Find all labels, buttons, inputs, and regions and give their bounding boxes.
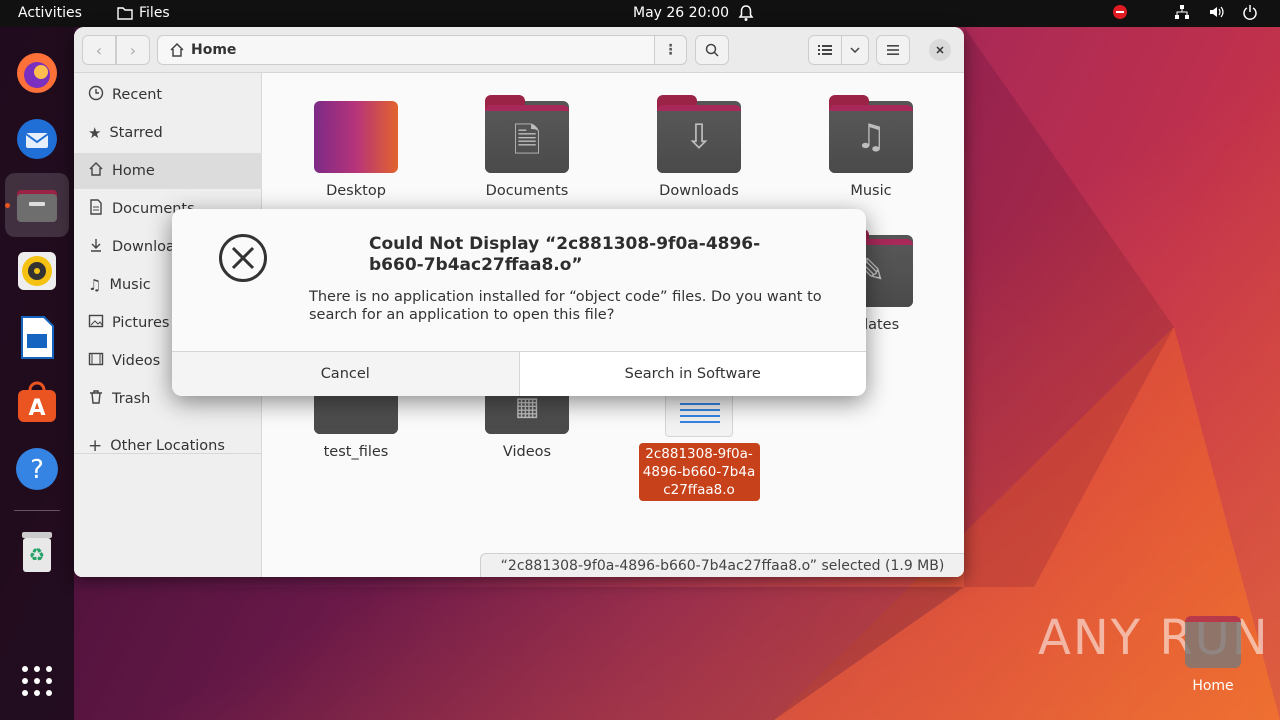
trash-icon[interactable]: ♻ (5, 519, 69, 583)
clock-icon (88, 85, 104, 105)
forward-button[interactable]: › (116, 35, 150, 65)
home-icon (88, 161, 104, 181)
error-dialog: Could Not Display “2c881308-9f0a-4896-b6… (172, 209, 866, 396)
file-name: test_files (323, 444, 389, 460)
path-bar[interactable]: Home (157, 35, 687, 65)
search-icon (705, 43, 719, 57)
path-label: Home (191, 42, 237, 58)
search-in-software-button[interactable]: Search in Software (519, 352, 866, 396)
writer-icon[interactable] (5, 305, 69, 369)
system-tray[interactable] (1112, 4, 1258, 24)
dialog-title: Could Not Display “2c881308-9f0a-4896-b6… (369, 234, 761, 275)
path-menu-button[interactable]: ⋮ (654, 35, 687, 65)
svg-text:♻: ♻ (29, 545, 45, 566)
sidebar-item-label: Music (109, 277, 151, 293)
back-button[interactable]: ‹ (82, 35, 116, 65)
error-icon (218, 233, 268, 287)
dialog-message: There is no application installed for “o… (309, 289, 822, 323)
dialog-buttons: Cancel Search in Software (172, 351, 866, 396)
trash-icon (88, 389, 104, 409)
list-view-button[interactable] (808, 35, 842, 65)
files-icon[interactable] (5, 173, 69, 237)
text-file-icon (665, 393, 733, 437)
close-icon (936, 46, 944, 54)
svg-text:A: A (28, 396, 45, 421)
bell-icon[interactable] (738, 4, 754, 26)
file-item[interactable]: Desktop (286, 101, 426, 199)
clock[interactable]: May 26 20:00 (633, 5, 729, 21)
sidebar-item-label: Home (112, 163, 155, 179)
firefox-icon[interactable] (5, 41, 69, 105)
help-icon[interactable]: ? (5, 437, 69, 501)
power-icon (1242, 4, 1258, 24)
sidebar-item-label: Pictures (112, 315, 170, 331)
file-item[interactable]: ⇩ Downloads (629, 95, 769, 199)
file-name: Videos (502, 444, 552, 460)
desktop-home-label: Home (1192, 678, 1234, 694)
close-button[interactable] (929, 39, 951, 61)
file-name: Downloads (659, 183, 739, 199)
folder-icon (117, 7, 133, 20)
activities-button[interactable]: Activities (18, 5, 82, 21)
file-name: Desktop (326, 183, 386, 199)
sidebar-item-label: Trash (112, 391, 151, 407)
list-view-icon (818, 45, 832, 55)
dock: A ? ♻ (0, 27, 74, 720)
rhythmbox-icon[interactable] (5, 239, 69, 303)
active-indicator (5, 203, 10, 208)
software-icon[interactable]: A (5, 371, 69, 435)
sidebar-item-starred[interactable]: ★ Starred (74, 115, 262, 151)
home-folder-icon (1185, 616, 1241, 668)
dock-separator (14, 510, 60, 511)
file-name: 2c881308-9f0a-4896-b660-7b4ac27ffaa8.o (638, 443, 760, 501)
volume-icon (1208, 4, 1224, 24)
kebab-icon: ⋮ (663, 42, 678, 58)
file-item[interactable]: ♫ Music (801, 95, 941, 199)
svg-text:?: ? (30, 455, 44, 485)
home-icon (170, 43, 184, 57)
no-entry-icon (1112, 4, 1128, 24)
document-icon (88, 199, 104, 219)
sidebar-item-label: Videos (112, 353, 161, 369)
sidebar-item-home[interactable]: Home (74, 153, 262, 189)
status-bar: “2c881308-9f0a-4896-b660-7b4ac27ffaa8.o”… (480, 553, 964, 577)
hamburger-icon (887, 45, 899, 55)
chevron-right-icon: › (129, 40, 137, 60)
sidebar-item-label: Other Locations (110, 438, 225, 454)
download-icon (88, 237, 104, 257)
network-icon (1174, 4, 1190, 24)
sidebar-item-label: Recent (112, 87, 163, 103)
sidebar-item-label: Starred (109, 125, 163, 141)
chevron-down-icon (850, 47, 860, 53)
chevron-left-icon: ‹ (95, 40, 103, 60)
app-grid-icon[interactable] (5, 649, 69, 713)
app-menu[interactable]: Files (117, 5, 170, 21)
documents-folder-icon: 🗎 (485, 95, 569, 173)
file-name: Documents (485, 183, 569, 199)
app-menu-label: Files (139, 5, 170, 21)
file-name: Music (850, 183, 892, 199)
view-options-button[interactable] (841, 35, 869, 65)
cancel-button[interactable]: Cancel (172, 352, 520, 396)
downloads-folder-icon: ⇩ (657, 95, 741, 173)
top-bar: Activities Files May 26 20:00 (0, 0, 1280, 27)
search-button[interactable] (695, 35, 729, 65)
file-item-selected[interactable]: 2c881308-9f0a-4896-b660-7b4ac27ffaa8.o (629, 393, 769, 501)
sidebar-item-recent[interactable]: Recent (74, 77, 262, 113)
music-folder-icon: ♫ (829, 95, 913, 173)
header-bar: ‹ › Home ⋮ (74, 27, 964, 73)
desktop-home-icon[interactable]: Home (1176, 616, 1250, 694)
picture-icon (88, 313, 104, 333)
plus-icon: + (88, 436, 103, 456)
main-menu-button[interactable] (876, 35, 910, 65)
file-item[interactable]: 🗎 Documents (457, 95, 597, 199)
video-icon (88, 351, 104, 371)
music-icon: ♫ (88, 276, 102, 294)
thunderbird-icon[interactable] (5, 107, 69, 171)
sidebar-item-other-locations[interactable]: + Other Locations (74, 428, 262, 464)
star-icon: ★ (88, 124, 102, 142)
desktop-folder-icon (314, 101, 398, 173)
